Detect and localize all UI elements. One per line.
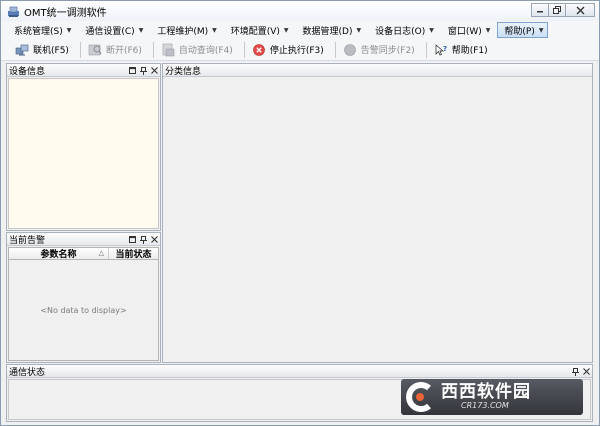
menu-bar: 系统管理(S) ▼ 通信设置(C) ▼ 工程维护(M) ▼ 环境配置(V) ▼ 数据管理… bbox=[1, 21, 599, 39]
alarm-sync-icon bbox=[343, 43, 357, 57]
float-icon[interactable] bbox=[128, 235, 136, 244]
connect-label: 联机(F5) bbox=[33, 46, 69, 56]
toolbar-divider bbox=[425, 41, 427, 58]
app-window: OMT统一调测软件 系统管理(S) ▼ 通信设置(C) ▼ 工程维护(M) ▼ 环境配… bbox=[0, 0, 600, 426]
watermark-text: 西西软件园 CR173.COM bbox=[441, 383, 531, 411]
panel-title: 分类信息 bbox=[165, 66, 202, 77]
stop-exec-label: 停止执行(F3) bbox=[269, 46, 324, 56]
pin-icon[interactable] bbox=[139, 66, 147, 75]
close-icon[interactable] bbox=[150, 66, 158, 75]
panel-header: 设备信息 bbox=[7, 64, 160, 77]
panel-header: 当前告警 bbox=[7, 233, 160, 246]
panel-controls bbox=[128, 234, 158, 245]
stop-icon bbox=[252, 43, 266, 57]
auto-query-icon bbox=[161, 43, 175, 57]
panel-controls bbox=[128, 65, 158, 76]
panel-controls bbox=[571, 366, 590, 377]
column-header-current-state[interactable]: 当前状态 bbox=[109, 248, 158, 260]
alarm-sync-label: 告警同步(F2) bbox=[360, 46, 415, 56]
menu-label: 设备日志(O) bbox=[375, 26, 426, 37]
pin-icon[interactable] bbox=[139, 235, 147, 244]
chevron-down-icon: ▼ bbox=[485, 26, 491, 34]
panel-header: 分类信息 bbox=[163, 64, 592, 77]
alarm-grid: 参数名称 △ 当前状态 <No data to display> bbox=[8, 247, 159, 361]
current-alarm-panel: 当前告警 参数名称 △ 当前状态 <No data to display> bbox=[6, 232, 161, 363]
column-label: 当前状态 bbox=[115, 250, 152, 260]
menu-label: 数据管理(D) bbox=[302, 26, 353, 37]
grid-header: 参数名称 △ 当前状态 bbox=[9, 248, 158, 260]
class-info-panel: 分类信息 bbox=[162, 63, 593, 363]
watermark-c-icon bbox=[406, 382, 431, 412]
restore-icon bbox=[553, 6, 561, 14]
close-icon[interactable] bbox=[582, 367, 590, 376]
column-header-param-name[interactable]: 参数名称 △ bbox=[9, 248, 109, 260]
window-controls bbox=[531, 3, 595, 17]
chevron-down-icon: ▼ bbox=[66, 26, 72, 34]
help-label: 帮助(F1) bbox=[451, 46, 488, 56]
panel-title: 设备信息 bbox=[9, 66, 46, 77]
panel-header: 通信状态 bbox=[7, 365, 592, 378]
stop-exec-button[interactable]: 停止执行(F3) bbox=[248, 41, 330, 59]
svg-text:?: ? bbox=[443, 45, 447, 53]
menu-label: 环境配置(V) bbox=[230, 26, 280, 37]
chevron-down-icon: ▼ bbox=[356, 26, 362, 34]
float-icon[interactable] bbox=[128, 66, 136, 75]
close-icon[interactable] bbox=[150, 235, 158, 244]
menu-help[interactable]: 帮助(P) ▼ bbox=[497, 22, 549, 38]
maximize-button[interactable] bbox=[548, 3, 566, 17]
alarm-sync-button[interactable]: 告警同步(F2) bbox=[339, 41, 421, 59]
menu-device-log[interactable]: 设备日志(O) ▼ bbox=[368, 22, 439, 38]
menu-maintenance[interactable]: 工程维护(M) ▼ bbox=[150, 22, 221, 38]
watermark-logo: 西西软件园 CR173.COM bbox=[401, 379, 583, 415]
chevron-down-icon: ▼ bbox=[212, 26, 217, 34]
toolbar-divider bbox=[334, 41, 336, 58]
auto-query-button[interactable]: 自动查询(F4) bbox=[157, 41, 239, 59]
pin-icon[interactable] bbox=[571, 367, 579, 376]
connect-button[interactable]: 联机(F5) bbox=[11, 41, 75, 59]
menu-label: 系统管理(S) bbox=[14, 26, 63, 37]
app-icon bbox=[6, 4, 20, 18]
column-label: 参数名称 bbox=[40, 250, 77, 260]
menu-environment[interactable]: 环境配置(V) ▼ bbox=[224, 22, 294, 38]
sort-asc-icon: △ bbox=[98, 249, 104, 257]
class-content-area bbox=[163, 78, 592, 362]
panel-title: 通信状态 bbox=[9, 367, 46, 378]
disconnect-button[interactable]: 断开(F6) bbox=[84, 41, 148, 59]
title-bar: OMT统一调测软件 bbox=[1, 1, 599, 21]
minimize-button[interactable] bbox=[531, 3, 549, 17]
close-button[interactable] bbox=[565, 3, 595, 17]
chevron-down-icon: ▼ bbox=[283, 26, 289, 34]
disconnect-icon bbox=[88, 43, 102, 57]
menu-label: 工程维护(M) bbox=[157, 26, 209, 37]
menu-window[interactable]: 窗口(W) ▼ bbox=[441, 22, 496, 38]
disconnect-label: 断开(F6) bbox=[105, 46, 142, 56]
menu-label: 通信设置(C) bbox=[85, 26, 135, 37]
connect-icon bbox=[15, 43, 29, 57]
empty-message: <No data to display> bbox=[40, 306, 127, 315]
toolbar-divider bbox=[79, 41, 81, 58]
device-info-panel: 设备信息 bbox=[6, 63, 161, 231]
menu-label: 帮助(P) bbox=[504, 26, 535, 37]
help-icon: ? bbox=[434, 43, 448, 57]
chevron-down-icon: ▼ bbox=[538, 26, 544, 34]
window-title: OMT统一调测软件 bbox=[24, 7, 107, 19]
menu-data[interactable]: 数据管理(D) ▼ bbox=[296, 22, 367, 38]
chevron-down-icon: ▼ bbox=[138, 26, 144, 34]
toolbar: 联机(F5) 断开(F6) 自动查询(F4) 停止执行(F3) 告警同步(F2)… bbox=[1, 39, 599, 61]
menu-label: 窗口(W) bbox=[447, 26, 482, 37]
help-button[interactable]: ? 帮助(F1) bbox=[430, 41, 494, 59]
menu-system[interactable]: 系统管理(S) ▼ bbox=[7, 22, 76, 38]
minimize-icon bbox=[537, 11, 543, 13]
menu-comm-settings[interactable]: 通信设置(C) ▼ bbox=[78, 22, 148, 38]
chevron-down-icon: ▼ bbox=[429, 26, 434, 34]
watermark-site: CR173.COM bbox=[461, 401, 509, 410]
toolbar-divider bbox=[152, 41, 154, 58]
close-icon bbox=[576, 6, 584, 14]
auto-query-label: 自动查询(F4) bbox=[178, 46, 233, 56]
panel-title: 当前告警 bbox=[9, 235, 46, 246]
watermark-brand: 西西软件园 bbox=[441, 382, 531, 402]
device-tree[interactable] bbox=[8, 78, 159, 229]
toolbar-divider bbox=[243, 41, 245, 58]
